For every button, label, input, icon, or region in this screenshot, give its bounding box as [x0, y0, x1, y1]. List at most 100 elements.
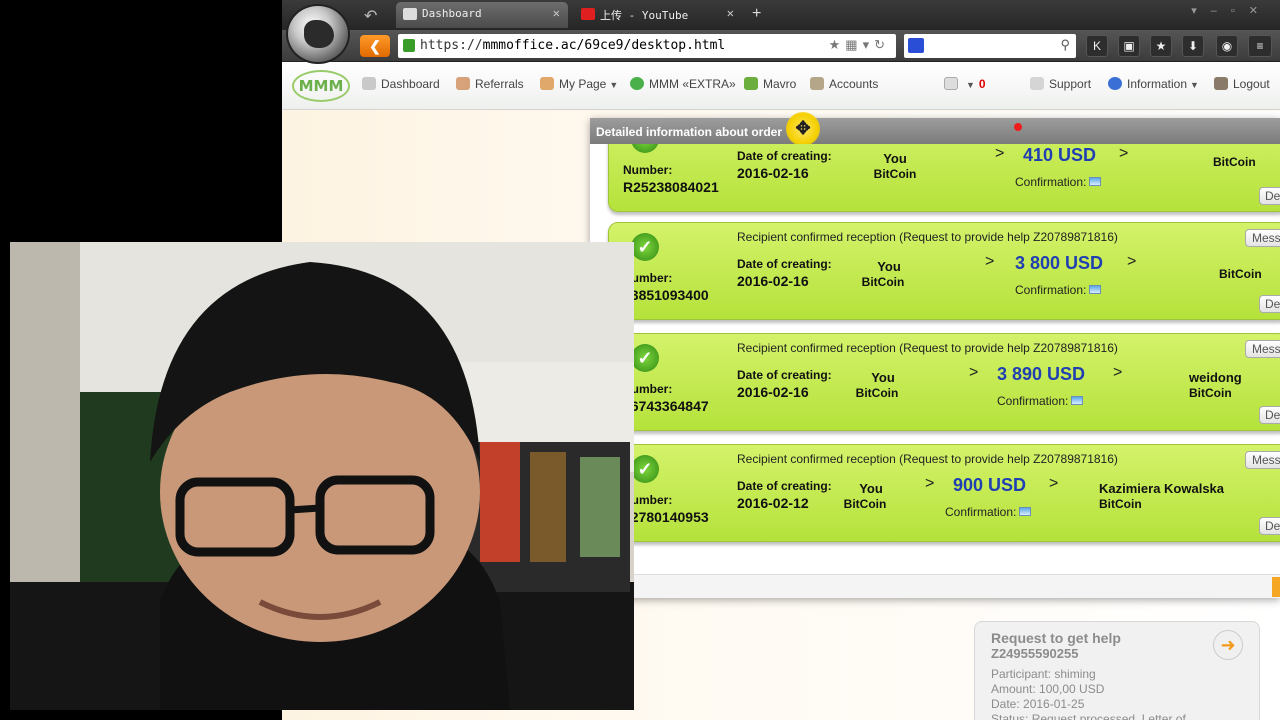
order-date: 2016-02-16: [737, 273, 809, 289]
message-button[interactable]: Mess: [1245, 229, 1280, 247]
menu-mmm-extra[interactable]: MMM «EXTRA»: [630, 77, 736, 91]
menu-support[interactable]: Support: [1030, 77, 1091, 91]
game-controller-icon[interactable]: ◉: [1216, 35, 1238, 57]
mmm-logo[interactable]: MMM: [292, 70, 350, 102]
order-date: 2016-02-16: [737, 384, 809, 400]
site-menu: MMM Dashboard Referrals My Page ▼ MMM «EX…: [282, 62, 1280, 110]
menu-accounts[interactable]: Accounts: [810, 77, 878, 91]
arrow-right-icon: >: [1119, 145, 1129, 162]
date-label: Date of creating:: [737, 479, 832, 493]
details-button[interactable]: De: [1259, 517, 1280, 535]
order-list: ✓ Number: R25238084021 Date of creating:…: [590, 144, 1280, 574]
confirmation-label: Confirmation:: [997, 394, 1084, 408]
image-icon[interactable]: [1019, 507, 1032, 516]
address-tools-icon[interactable]: ★▦▾↻: [829, 37, 890, 53]
lock-icon: [403, 39, 415, 52]
arrow-right-icon: >: [995, 145, 1005, 162]
request-panel[interactable]: Request to get help Z24955590255 Partici…: [974, 621, 1260, 720]
menu-label: Logout: [1233, 77, 1270, 91]
tab-dashboard[interactable]: Dashboard ✕: [396, 2, 568, 28]
sender-coin: BitCoin: [855, 386, 899, 400]
request-amount: Amount: 100,00 USD: [991, 682, 1105, 696]
menu-dashboard[interactable]: Dashboard: [362, 77, 440, 91]
recipient-coin: BitCoin: [1189, 386, 1232, 400]
menu-label: My Page: [559, 77, 607, 91]
request-date: Date: 2016-01-25: [991, 697, 1085, 711]
close-tab-icon[interactable]: ✕: [553, 6, 560, 20]
browser-logo-icon[interactable]: [286, 4, 350, 64]
menu-mail[interactable]: ▼ 0: [944, 77, 986, 91]
message-button[interactable]: Mess: [1245, 451, 1280, 469]
recipient-coin: BitCoin: [1099, 497, 1142, 511]
bookmark-star-icon[interactable]: ★: [1150, 35, 1172, 57]
mmm-favicon-icon: [403, 8, 417, 20]
sender-coin: BitCoin: [843, 497, 887, 511]
tab-bar: ↶ Dashboard ✕ 上传 - YouTube ✕ + ▾–▫✕: [282, 0, 1280, 30]
sender-name: You: [871, 370, 895, 385]
webcam-video-frame: [10, 242, 634, 710]
search-icon[interactable]: ⚲: [1060, 37, 1070, 53]
lock-extension-icon[interactable]: ▣: [1118, 35, 1140, 57]
order-card: Recipient confirmed reception (Request t…: [608, 222, 1280, 320]
new-tab-icon[interactable]: +: [752, 5, 761, 23]
details-button[interactable]: De: [1259, 406, 1280, 424]
checkmark-icon: ✓: [631, 455, 659, 483]
order-amount: 410 USD: [1023, 145, 1097, 165]
recipient-coin: BitCoin: [1213, 155, 1256, 169]
back-button[interactable]: ❮: [360, 35, 390, 57]
modal-footer: [590, 574, 1280, 598]
menu-label: Referrals: [475, 77, 524, 91]
order-card: ✓ Number: R25238084021 Date of creating:…: [608, 144, 1280, 212]
menu-label: Accounts: [829, 77, 879, 91]
download-icon[interactable]: ⬇: [1182, 35, 1204, 57]
modal-footer-button[interactable]: [1272, 577, 1280, 597]
details-button[interactable]: De: [1259, 295, 1280, 313]
order-card: Recipient confirmed reception (Request t…: [608, 444, 1280, 542]
search-engine-icon[interactable]: [908, 38, 924, 53]
extra-icon: [630, 77, 644, 90]
order-amount: 3 890 USD: [997, 364, 1086, 384]
referrals-icon: [456, 77, 470, 90]
menu-logout[interactable]: Logout: [1214, 77, 1270, 91]
menu-mavro[interactable]: Mavro: [744, 77, 796, 91]
order-number: 26743364847: [623, 398, 709, 414]
user-icon: [540, 77, 554, 90]
image-icon[interactable]: [1089, 285, 1102, 294]
arrow-right-icon: >: [925, 475, 935, 492]
menu-my-page[interactable]: My Page ▼: [540, 77, 618, 91]
request-id: Z24955590255: [991, 646, 1079, 661]
message-button[interactable]: Mess: [1245, 340, 1280, 358]
checkmark-icon: ✓: [631, 233, 659, 261]
menu-information[interactable]: Information ▼: [1108, 77, 1199, 91]
address-bar[interactable]: https://mmmoffice.ac/69ce9/desktop.html …: [398, 34, 896, 58]
k-extension-icon[interactable]: K: [1086, 35, 1108, 57]
arrow-right-icon[interactable]: ➜: [1213, 630, 1243, 660]
order-amount: 3 800 USD: [1015, 253, 1104, 273]
modal-header[interactable]: Detailed information about order ✥: [590, 112, 1280, 146]
details-button[interactable]: De: [1259, 187, 1280, 205]
image-icon[interactable]: [1089, 177, 1102, 186]
dashboard-icon: [362, 77, 376, 90]
sender-coin: BitCoin: [861, 275, 905, 289]
date-label: Date of creating:: [737, 257, 832, 271]
menu-label: Dashboard: [381, 77, 440, 91]
undo-close-tab-icon[interactable]: ↶: [364, 6, 377, 26]
image-icon[interactable]: [1071, 396, 1084, 405]
navigation-bar: ❮ https://mmmoffice.ac/69ce9/desktop.htm…: [282, 30, 1280, 62]
close-tab-icon[interactable]: ✕: [727, 6, 734, 20]
youtube-favicon-icon: [581, 8, 595, 20]
order-details-modal: Detailed information about order ✥ ✓ Num…: [590, 112, 1280, 598]
mail-icon: [944, 77, 958, 90]
confirmation-label: Confirmation:: [945, 505, 1032, 519]
menu-icon[interactable]: ≡: [1248, 35, 1272, 57]
logout-icon: [1214, 77, 1228, 90]
order-date: 2016-02-12: [737, 495, 809, 511]
support-icon: [1030, 77, 1044, 90]
window-controls[interactable]: ▾–▫✕: [1191, 4, 1272, 17]
tab-youtube[interactable]: 上传 - YouTube ✕: [574, 2, 742, 28]
modal-title: Detailed information about order: [596, 125, 783, 139]
menu-referrals[interactable]: Referrals: [456, 77, 524, 91]
search-input[interactable]: ⚲: [904, 34, 1076, 58]
order-amount: 900 USD: [953, 475, 1027, 495]
request-participant: Participant: shiming: [991, 667, 1096, 681]
